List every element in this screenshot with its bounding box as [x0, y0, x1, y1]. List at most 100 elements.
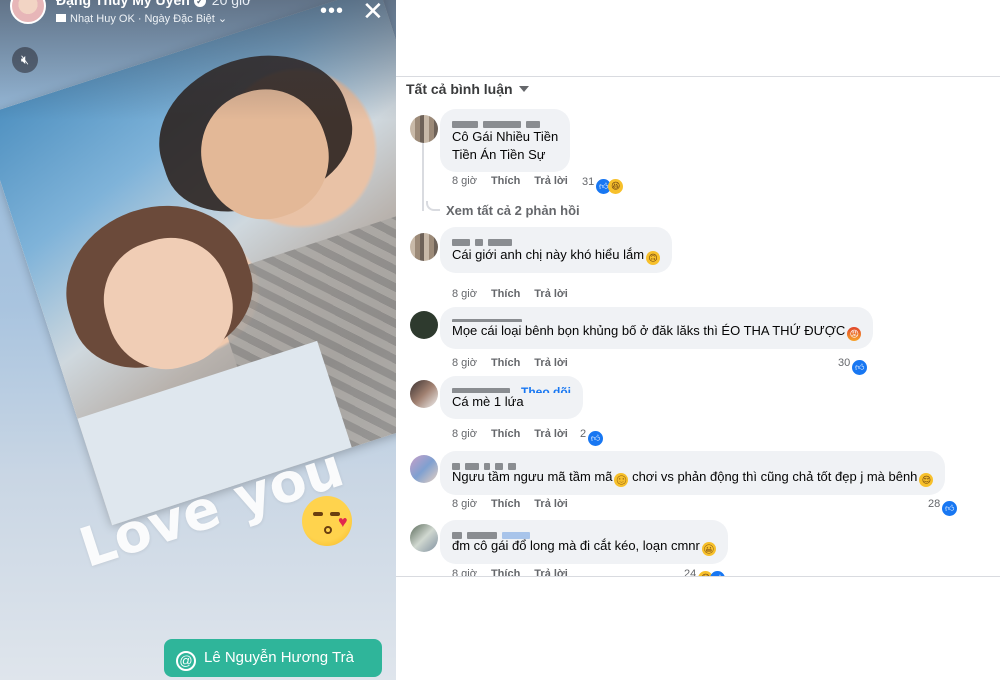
commenter-name[interactable] [452, 458, 933, 470]
reaction-summary[interactable]: 30 👍︎ [838, 357, 868, 375]
haha-reaction-icon: 😆︎ [608, 179, 624, 194]
comment-actions: 8 giờ Thích Trả lời [452, 498, 582, 510]
reaction-count: 24 [684, 568, 697, 576]
comment-time[interactable]: 8 giờ [452, 568, 477, 576]
story-time: 20 giờ [211, 0, 252, 8]
comment-actions: 8 giờ Thích Trả lời [452, 175, 582, 187]
comment-text: Cô Gái Nhiều Tiền [452, 129, 559, 144]
reaction-count: 2 [580, 428, 587, 440]
commenter-name[interactable] [452, 527, 716, 539]
comment-bubble: Cô Gái Nhiều Tiền Tiền Án Tiền Sự [440, 109, 571, 172]
comments-list[interactable]: Tất cả bình luận Cô Gái Nhiều Tiền Tiền … [396, 77, 1000, 576]
reaction-summary[interactable]: 28 👍︎ [928, 498, 958, 516]
music-icon [56, 14, 66, 22]
comment-text: Tiền Án Tiền Sự [452, 147, 546, 162]
comment-text: Cái giới anh chị này khó hiểu lắm [452, 247, 645, 262]
story-author[interactable]: Đặng Thuỳ Mỹ Uyên ✓ 20 giờ [56, 0, 251, 8]
angry-face-emoji: 😡︎ [847, 327, 862, 341]
comment-bubble: Theo dõi Cá mè 1 lứa [440, 376, 583, 419]
mention-name[interactable]: Lê Nguyễn Hương Trà [204, 649, 354, 666]
comment-actions: 8 giờ Thích Trả lời [452, 568, 582, 576]
comment-actions: 8 giờ Thích Trả lời [452, 428, 582, 440]
like-action[interactable]: Thích [491, 428, 520, 440]
reaction-summary[interactable]: 2 👍︎ [580, 428, 604, 446]
reply-action[interactable]: Trả lời [534, 357, 568, 369]
like-action[interactable]: Thích [491, 175, 520, 187]
close-icon[interactable]: ✕ [362, 0, 384, 27]
like-reaction-icon: 👍︎ [588, 431, 604, 446]
comment-text: Mọe cái loại bênh bọn khủng bố ở đăk lăk… [452, 323, 846, 338]
story-header: Đặng Thuỳ Mỹ Uyên ✓ 20 giờ Nhạt Huy OK · Ngà… [0, 0, 396, 40]
upside-down-face-emoji: 🙃︎ [646, 251, 661, 265]
comment-actions: 8 giờ Thích Trả lời [452, 357, 582, 369]
commenter-name[interactable] [452, 234, 660, 246]
comment-actions: 8 giờ Thích Trả lời [452, 288, 582, 300]
avatar[interactable] [410, 455, 438, 483]
reaction-count: 30 [838, 357, 851, 369]
commenter-name[interactable] [452, 116, 558, 128]
grimacing-face-emoji: 😬︎ [701, 542, 716, 556]
reply-action[interactable]: Trả lời [534, 498, 568, 510]
kissing-face-emoji: ♥ [302, 496, 352, 546]
like-action[interactable]: Thích [491, 568, 520, 576]
more-dots-icon[interactable]: ••• [320, 0, 344, 23]
reply-connector [426, 201, 440, 211]
story-author-name[interactable]: Đặng Thuỳ Mỹ Uyên [56, 0, 190, 8]
reaction-summary[interactable]: 31 👍︎ 😆︎ [582, 176, 624, 194]
reaction-count: 28 [928, 498, 941, 510]
mention-tag[interactable]: @ Lê Nguyễn Hương Trà [164, 639, 382, 677]
verified-badge-icon: ✓ [193, 0, 206, 7]
comment-time[interactable]: 8 giờ [452, 357, 477, 369]
comment-time[interactable]: 8 giờ [452, 498, 477, 510]
story-subtitle: Nhạt Huy OK · Ngày Đặc Biệt ⌄ [56, 12, 227, 25]
story-author-avatar[interactable] [10, 0, 46, 24]
reply-action[interactable]: Trả lời [534, 568, 568, 576]
comment-filter-dropdown[interactable]: Tất cả bình luận [406, 81, 529, 97]
story-audience[interactable]: Ngày Đặc Biệt [144, 13, 214, 25]
divider [396, 576, 1000, 577]
like-reaction-icon: 👍︎ [942, 501, 958, 516]
like-action[interactable]: Thích [491, 288, 520, 300]
screenshot-root: Đặng Thuỳ Mỹ Uyên ✓ 20 giờ Nhạt Huy OK · Ngà… [0, 0, 1000, 680]
avatar[interactable] [410, 115, 438, 143]
reply-action[interactable]: Trả lời [534, 428, 568, 440]
comment-bubble: Cái giới anh chị này khó hiểu lắm 🙃︎ [440, 227, 673, 273]
comment-bubble: Mọe cái loại bênh bọn khủng bố ở đăk lăk… [440, 307, 874, 349]
reply-action[interactable]: Trả lời [534, 175, 568, 187]
reaction-summary[interactable]: 24😆︎👍︎ [684, 568, 726, 576]
story-music[interactable]: Nhạt Huy OK [70, 13, 135, 25]
comments-panel: Tất cả bình luận Cô Gái Nhiều Tiền Tiền … [396, 0, 1000, 680]
relieved-face-emoji: 😌︎ [919, 473, 934, 487]
view-all-replies-link[interactable]: Xem tất cả 2 phản hồi [426, 201, 580, 218]
comment-bubble: Ngưu tầm ngưu mã tầm mã 🙂︎ chơi vs phản đ… [440, 451, 946, 495]
chevron-down-icon[interactable]: ⌄ [215, 13, 227, 25]
thread-line [422, 141, 424, 211]
view-replies-label[interactable]: Xem tất cả 2 phản hồi [446, 203, 580, 218]
speaker-mute-icon[interactable]: 🔇︎ [12, 47, 38, 73]
follow-button[interactable]: Theo dõi [521, 385, 571, 393]
commenter-name[interactable] [452, 314, 861, 322]
comment-filter-label[interactable]: Tất cả bình luận [406, 81, 513, 97]
comment-text: đm cô gái đổ long mà đi cắt kéo, loạn cm… [452, 538, 700, 553]
comment-time[interactable]: 8 giờ [452, 175, 477, 187]
comment-bubble: đm cô gái đổ long mà đi cắt kéo, loạn cm… [440, 520, 728, 564]
commenter-name[interactable]: Theo dõi [452, 383, 571, 393]
caret-down-icon[interactable] [518, 86, 529, 92]
at-sign-icon: @ [176, 651, 196, 671]
like-action[interactable]: Thích [491, 357, 520, 369]
reaction-count: 31 [582, 176, 595, 188]
comment-text: Cá mè 1 lứa [452, 394, 524, 409]
avatar[interactable] [410, 233, 438, 261]
story-viewer: Đặng Thuỳ Mỹ Uyên ✓ 20 giờ Nhạt Huy OK · Ngà… [0, 0, 396, 680]
comment-text: Ngưu tầm ngưu mã tầm mã [452, 469, 613, 484]
avatar[interactable] [410, 524, 438, 552]
like-reaction-icon: 👍︎ [852, 360, 868, 375]
avatar[interactable] [410, 380, 438, 408]
smiling-face-emoji: 🙂︎ [614, 473, 629, 487]
comment-text: chơi vs phản động thì cũng chả tốt đẹp j… [628, 469, 918, 484]
reply-action[interactable]: Trả lời [534, 288, 568, 300]
avatar[interactable] [410, 311, 438, 339]
comment-time[interactable]: 8 giờ [452, 288, 477, 300]
like-action[interactable]: Thích [491, 498, 520, 510]
comment-time[interactable]: 8 giờ [452, 428, 477, 440]
